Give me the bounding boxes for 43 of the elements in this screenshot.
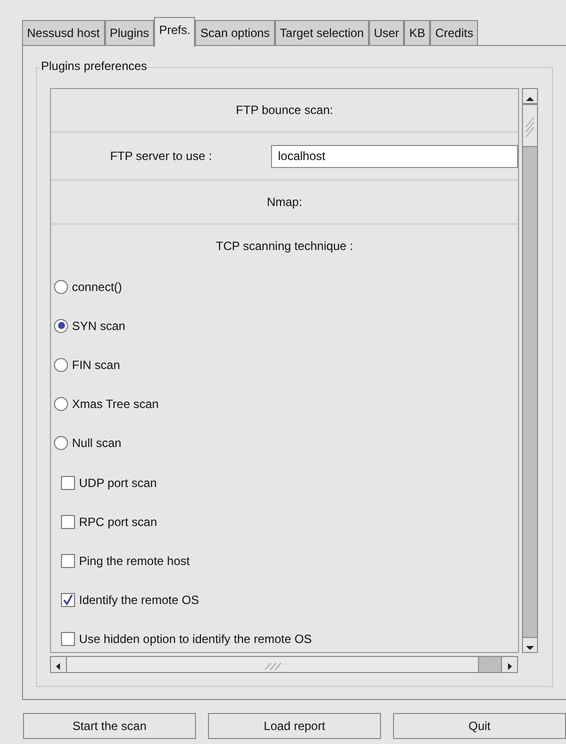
scroll-right-button[interactable] <box>501 656 518 673</box>
checkbox[interactable] <box>61 554 75 568</box>
radio-button[interactable] <box>54 280 68 294</box>
tab[interactable]: Nessusd host <box>22 20 105 46</box>
field-label: FTP server to use : <box>109 148 213 165</box>
scroll-up-button[interactable] <box>522 88 538 104</box>
tab[interactable]: User <box>368 20 404 46</box>
checkbox-label: Ping the remote host <box>79 552 190 570</box>
checkbox[interactable] <box>61 514 75 529</box>
tab[interactable]: Credits <box>430 20 478 46</box>
checkbox[interactable] <box>61 476 75 490</box>
radio-label: connect() <box>72 278 122 296</box>
tab[interactable]: Prefs. <box>154 17 196 47</box>
section-title: Nmap: <box>266 194 302 211</box>
option-label: TCP scanning technique : <box>216 238 354 255</box>
radio-label: FIN scan <box>72 356 120 374</box>
tab[interactable]: Target selection <box>274 20 369 46</box>
action-button[interactable]: Quit <box>393 713 566 739</box>
checkbox[interactable] <box>61 593 75 608</box>
radio-button[interactable] <box>54 436 68 450</box>
checkbox-label: RPC port scan <box>79 514 158 531</box>
radio-label: Null scan <box>72 435 122 452</box>
vertical-scrollbar[interactable] <box>522 88 538 653</box>
action-button[interactable]: Start the scan <box>23 713 196 739</box>
checkbox-label: Use hidden option to identify the remote OS <box>79 631 312 648</box>
radio-label: SYN scan <box>72 318 126 335</box>
checkbox-label: Identify the remote OS <box>79 592 200 610</box>
radio-button[interactable] <box>54 358 68 372</box>
section-title: FTP bounce scan: <box>236 102 334 119</box>
action-button[interactable]: Load report <box>208 713 381 739</box>
checkbox-label: UDP port scan <box>79 474 157 492</box>
group-title: Plugins preferences <box>40 59 148 73</box>
radio-button[interactable] <box>54 397 68 412</box>
checkbox[interactable] <box>61 632 75 646</box>
scroll-thumb[interactable] <box>522 104 538 147</box>
text-field[interactable]: localhost <box>271 144 518 168</box>
radio-button[interactable] <box>54 318 68 333</box>
tab[interactable]: KB <box>404 20 430 46</box>
radio-label: Xmas Tree scan <box>72 396 159 414</box>
scroll-down-button[interactable] <box>522 637 538 653</box>
tab[interactable]: Scan options <box>195 20 275 46</box>
tab[interactable]: Plugins <box>104 20 154 46</box>
scroll-left-button[interactable] <box>50 656 67 673</box>
